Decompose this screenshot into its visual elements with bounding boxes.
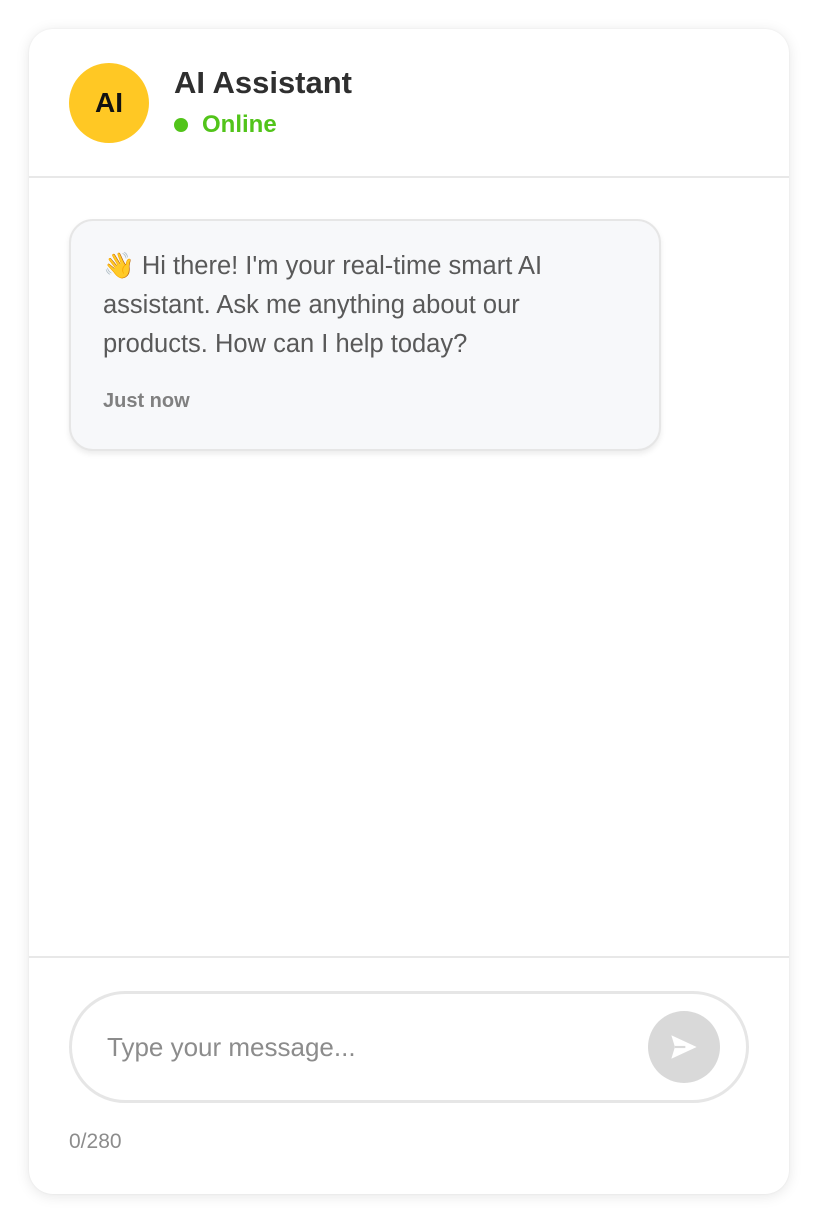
online-dot-icon <box>174 118 188 132</box>
status-indicator: Online <box>174 111 277 139</box>
avatar-initials: AI <box>95 87 123 118</box>
message-text: 👋 Hi there! I'm your real-time smart AI … <box>103 252 543 358</box>
message-composer: 0/280 <box>29 956 789 1194</box>
chat-header: AI AI Assistant Online <box>29 29 789 178</box>
message-input[interactable] <box>105 1019 635 1075</box>
send-icon <box>671 1035 697 1059</box>
status-text: Online <box>202 111 277 138</box>
avatar: AI <box>69 63 149 143</box>
message-timestamp: Just now <box>103 390 190 412</box>
assistant-name: AI Assistant <box>174 65 353 100</box>
chat-widget: AI AI Assistant Online 👋 Hi there! I'm y… <box>29 29 789 1194</box>
assistant-message-bubble: 👋 Hi there! I'm your real-time smart AI … <box>69 219 661 451</box>
send-button[interactable] <box>648 1011 720 1083</box>
message-input-wrapper <box>69 991 749 1103</box>
message-list[interactable]: 👋 Hi there! I'm your real-time smart AI … <box>29 178 789 956</box>
character-counter: 0/280 <box>69 1130 122 1153</box>
